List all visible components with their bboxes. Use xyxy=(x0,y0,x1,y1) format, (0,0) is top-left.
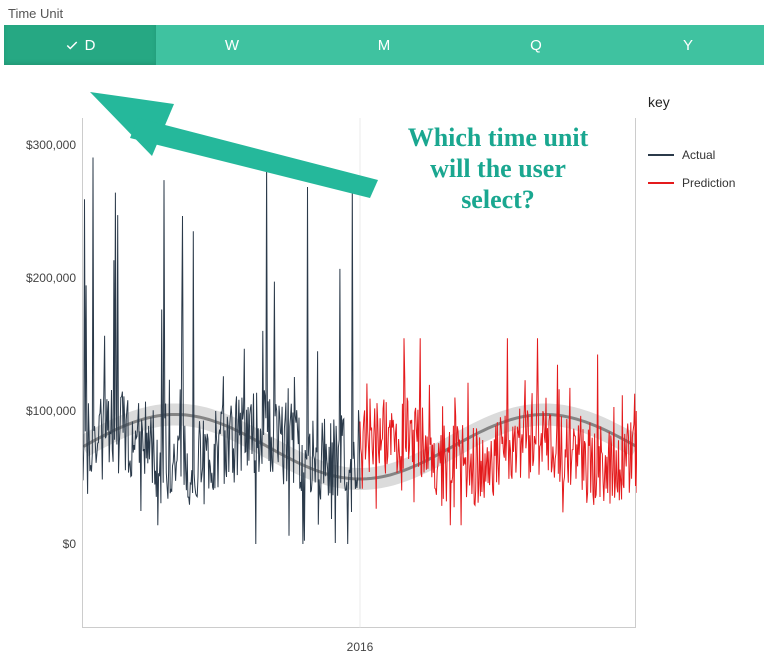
chart-area: $0 $100,000 $200,000 $300,000 2016 key A… xyxy=(0,72,769,662)
check-icon xyxy=(65,38,79,52)
ytick-0: $0 xyxy=(0,537,76,551)
ytick-1: $100,000 xyxy=(0,404,76,418)
tab-d[interactable]: D xyxy=(4,25,156,65)
tab-q[interactable]: Q xyxy=(460,25,612,65)
section-label: Time Unit xyxy=(0,0,769,25)
tab-label: M xyxy=(378,37,391,54)
tab-m[interactable]: M xyxy=(308,25,460,65)
legend-item-actual: Actual xyxy=(648,148,735,162)
legend-item-prediction: Prediction xyxy=(648,176,735,190)
time-unit-tabs: DWMQY xyxy=(4,25,764,65)
tab-label: Q xyxy=(530,37,542,54)
tab-w[interactable]: W xyxy=(156,25,308,65)
xtick-0: 2016 xyxy=(347,640,374,654)
legend-label: Actual xyxy=(682,148,715,162)
annotation-arrow-icon xyxy=(78,80,378,200)
legend-title: key xyxy=(648,94,735,110)
ytick-3: $300,000 xyxy=(0,138,76,152)
tab-label: D xyxy=(85,37,96,54)
legend-swatch xyxy=(648,182,674,184)
tab-y[interactable]: Y xyxy=(612,25,764,65)
legend-label: Prediction xyxy=(682,176,735,190)
ytick-2: $200,000 xyxy=(0,271,76,285)
legend: key Actual Prediction xyxy=(648,94,735,204)
tab-label: W xyxy=(225,37,239,54)
legend-swatch xyxy=(648,154,674,156)
tab-label: Y xyxy=(683,37,693,54)
annotation-text: Which time unitwill the userselect? xyxy=(388,122,608,216)
